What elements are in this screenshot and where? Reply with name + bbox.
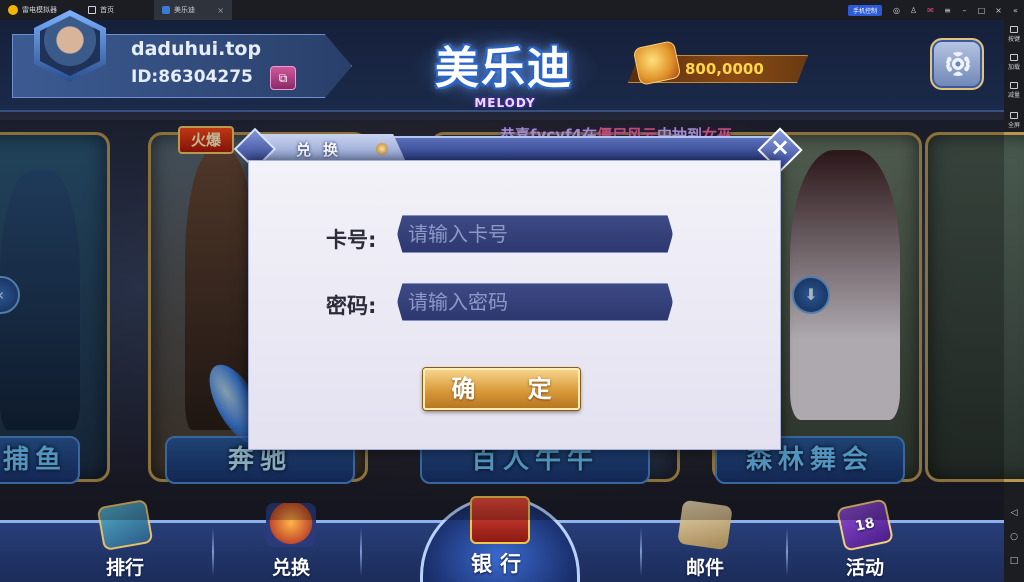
fullscreen-icon (1010, 112, 1018, 119)
close-icon[interactable]: × (764, 131, 796, 163)
nav-separator (786, 528, 788, 576)
modal-title: 兑换 (296, 141, 351, 159)
logo-text: 美乐迪 (435, 43, 573, 94)
maximize-icon[interactable]: □ (973, 6, 990, 15)
close-window-icon[interactable]: × (990, 6, 1007, 15)
gamepad-icon[interactable]: ◎ (888, 6, 905, 15)
android-back-button[interactable]: ◁ (1004, 508, 1024, 518)
copy-icon: ⧉ (278, 71, 288, 85)
copy-id-button[interactable]: ⧉ (270, 66, 296, 90)
tab-game[interactable]: 美乐迪 × (154, 0, 232, 20)
side-volume-down-button[interactable]: 减量 (1004, 82, 1024, 99)
nav-bank-label[interactable]: 银行 (460, 548, 540, 578)
emulator-window: 雷电模拟器 首页 美乐迪 × 手机控制 ◎ ♙ ✉ ≡ – □ × « 按键 加… (0, 0, 1024, 582)
settings-button[interactable] (930, 38, 984, 90)
volume-up-icon (1010, 54, 1018, 61)
title-gem-icon (376, 143, 388, 155)
password-input[interactable] (397, 283, 673, 321)
android-recents-button[interactable]: □ (1004, 556, 1024, 566)
volume-down-icon (1010, 82, 1018, 89)
card-number-input[interactable] (397, 215, 673, 253)
logo-subtitle: MELODY (474, 96, 536, 110)
card-number-label: 卡号: (326, 228, 377, 252)
emulator-logo-icon (8, 5, 18, 15)
user-id: ID:86304275 (131, 67, 253, 87)
confirm-button[interactable]: 确 定 (423, 368, 580, 410)
gear-icon (946, 52, 970, 76)
tab-close-icon[interactable]: × (217, 6, 224, 15)
user-icon[interactable]: ♙ (905, 6, 922, 15)
side-keymap-button[interactable]: 按键 (1004, 26, 1024, 43)
home-icon (88, 6, 96, 14)
phone-control-button[interactable]: 手机控制 (847, 4, 882, 16)
nav-separator (640, 528, 642, 576)
tab-home[interactable]: 首页 (80, 0, 154, 20)
collapse-panel-icon[interactable]: « (1007, 6, 1024, 15)
emulator-app-name: 雷电模拟器 (22, 6, 57, 14)
game-logo: 美乐迪 MELODY (400, 22, 610, 114)
titlebar-controls: 手机控制 ◎ ♙ ✉ ≡ – □ × « (847, 0, 1024, 20)
emulator-titlebar: 雷电模拟器 首页 美乐迪 × 手机控制 ◎ ♙ ✉ ≡ – □ × « (0, 0, 1024, 20)
nav-separator (212, 528, 214, 576)
tab-game-label: 美乐迪 (174, 6, 195, 14)
menu-icon[interactable]: ≡ (939, 6, 956, 15)
mail-icon[interactable]: ✉ (922, 6, 939, 15)
username: daduhui.top (131, 38, 262, 60)
side-fullscreen-button[interactable]: 全屏 (1004, 112, 1024, 129)
minimize-icon[interactable]: – (956, 6, 973, 15)
side-volume-up-button[interactable]: 加载 (1004, 54, 1024, 71)
tab-home-label: 首页 (100, 6, 114, 14)
game-tab-icon (162, 6, 170, 14)
nav-separator (360, 528, 362, 576)
keymap-icon (1010, 26, 1018, 33)
android-home-button[interactable]: ○ (1004, 532, 1024, 542)
coin-balance: 800,0000 (685, 60, 764, 78)
password-label: 密码: (326, 294, 377, 318)
